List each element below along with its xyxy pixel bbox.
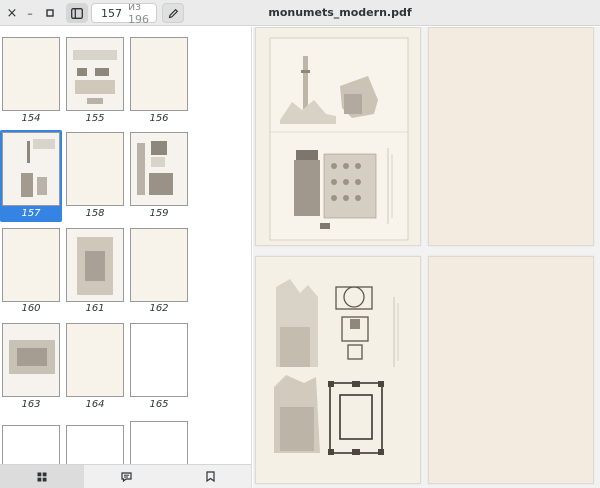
thumbnail-label: 154 xyxy=(21,113,41,124)
maximize-button[interactable] xyxy=(40,3,60,23)
thumbnail-sidebar: 154 155 156 157 158 159 160 161 162 163 … xyxy=(0,27,252,488)
bookmarks-tab[interactable] xyxy=(168,465,251,488)
thumbnail-label: 164 xyxy=(85,399,105,410)
thumbnail-label: 165 xyxy=(149,399,169,410)
current-page[interactable]: 157 xyxy=(101,7,122,20)
close-icon: × xyxy=(6,5,18,21)
thumbnail-label: 161 xyxy=(85,303,105,314)
architectural-drawing xyxy=(269,37,409,241)
maximize-icon xyxy=(46,9,54,17)
thumbnail-label: 157 xyxy=(21,208,41,219)
thumbnail-154[interactable] xyxy=(2,37,60,111)
sidebar-toggle-icon xyxy=(71,7,83,19)
thumbnail-162[interactable] xyxy=(130,228,188,302)
thumbnail-164[interactable] xyxy=(66,323,124,397)
annotations-icon xyxy=(120,471,132,482)
annotate-button[interactable] xyxy=(162,3,184,23)
pencil-icon xyxy=(168,8,178,18)
thumbnail-label: 158 xyxy=(85,208,105,219)
sidebar-toggle-button[interactable] xyxy=(66,3,88,23)
thumbnail-label: 159 xyxy=(149,208,169,219)
thumbnail-label: 162 xyxy=(149,303,169,314)
thumbnail-label: 155 xyxy=(85,113,105,124)
thumbnail-163[interactable] xyxy=(2,323,60,397)
thumbnails-tab[interactable] xyxy=(0,465,84,488)
annotations-tab[interactable] xyxy=(84,465,168,488)
thumbnail-161[interactable] xyxy=(66,228,124,302)
thumbnail-165[interactable] xyxy=(130,323,188,397)
close-button[interactable]: × xyxy=(2,3,22,23)
thumbnail-158[interactable] xyxy=(66,132,124,206)
minimize-icon: – xyxy=(27,6,33,20)
thumbnail-160[interactable] xyxy=(2,228,60,302)
total-pages: из 196 xyxy=(128,0,149,26)
document-page-159 xyxy=(255,256,421,484)
thumbnail-label: 163 xyxy=(21,399,41,410)
sidebar-switcher xyxy=(0,464,251,488)
floor-plan-drawing xyxy=(274,279,399,455)
thumbnail-159[interactable] xyxy=(130,132,188,206)
bookmarks-icon xyxy=(205,471,215,482)
document-view[interactable] xyxy=(253,27,600,488)
thumbnails-icon xyxy=(37,472,47,481)
thumbnail-157[interactable] xyxy=(2,132,60,206)
thumbnail-label: 160 xyxy=(21,303,41,314)
document-page-157 xyxy=(255,27,421,246)
document-page-158 xyxy=(428,27,594,246)
thumbnail-156[interactable] xyxy=(130,37,188,111)
document-page-160 xyxy=(428,256,594,484)
thumbnail-label: 156 xyxy=(149,113,169,124)
thumbnail-155[interactable] xyxy=(66,37,124,111)
minimize-button[interactable]: – xyxy=(20,3,40,23)
header-bar: × – 157 из 196 monumets_modern.pdf xyxy=(0,0,600,26)
window-title: monumets_modern.pdf xyxy=(268,6,412,19)
page-number-entry[interactable]: 157 из 196 xyxy=(91,0,157,26)
